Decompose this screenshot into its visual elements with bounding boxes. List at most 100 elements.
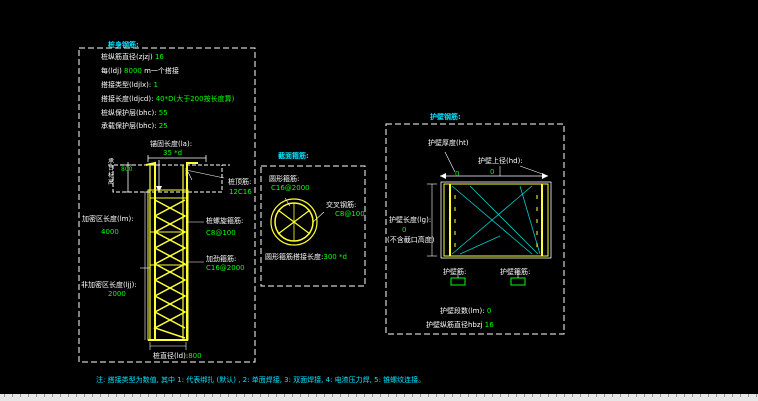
ruler-tick [276,394,277,397]
pile-cover-value: 55 [158,109,168,117]
ruler-tick [500,394,501,397]
ruler-tick [412,394,413,397]
section-lap: 圆形箍筋搭接长度:300 *d [265,253,347,261]
ruler-tick [604,394,605,397]
ruler-tick [436,394,437,397]
cross-value: C8@100 [335,210,365,218]
ruler-tick [380,394,381,397]
lap-length-value: 40*D(大于200按长度算) [155,95,235,103]
ruler-tick [564,394,565,397]
ruler-tick [468,394,469,397]
ruler-tick [388,394,389,397]
ruler-tick [220,394,221,397]
non-dense-label: 非加密区长度(ljj): [81,281,137,289]
cap-top-label: 承台标高 [108,158,115,186]
ruler-tick [692,394,693,397]
anchor-length-value: 35 *d [163,149,183,157]
ruler-tick [156,394,157,397]
lap-length-label: 搭接长度(ldjcd): [101,95,154,103]
ruler-tick [364,394,365,397]
ruler-tick [444,394,445,397]
ring-label: 圆形箍筋: [269,175,300,183]
ruler-tick [340,394,341,397]
ruler-tick [228,394,229,397]
ruler-tick [28,394,29,397]
dense-zone-label: 加密区长度(lm): [82,215,134,223]
horizontal-scrollbar[interactable] [0,394,758,401]
wall-frame [385,123,565,335]
ruler-tick [540,394,541,397]
ruler-tick [460,394,461,397]
ruler-tick [548,394,549,397]
ruler-tick [516,394,517,397]
ruler-tick [204,394,205,397]
cap-cover-label: 承载保护层(bhc): [101,122,157,130]
wall-main-dia-value: 16 [484,321,494,329]
pile-body-title: 桩身钢筋: [108,41,139,49]
ruler-tick [164,394,165,397]
ruler-tick [44,394,45,397]
per-length: 每(ldj) 8000 m一个搭接 [101,67,179,75]
wall-count-label: 护壁段数(lm): [440,307,485,315]
pile-cover-label: 桩纵保护层(bhc): [101,109,157,117]
wall-count-value: 0 [486,307,492,315]
ruler-tick [124,394,125,397]
pile-dia-value: 800 [188,352,202,360]
ruler-tick [580,394,581,397]
wall-thickness-label: 护壁厚度(ht) [428,139,469,147]
ruler-tick [372,394,373,397]
dense-zone-value: 4000 [101,228,119,236]
lap-type-value: 1 [153,81,158,89]
ruler-tick [708,394,709,397]
pile-dia-label: 桩直径(ld): [153,352,189,360]
ruler-tick [628,394,629,397]
pile-top-value: 12C16 [229,188,252,196]
ruler-tick [92,394,93,397]
section-title: 截面箍筋: [278,152,309,160]
ruler-tick [20,394,21,397]
wall-rebar-right-label: 护壁箍筋: [500,268,531,276]
ruler-tick [148,394,149,397]
main-rebar-dia-value: 16 [154,53,164,61]
ruler-tick [620,394,621,397]
ruler-tick [84,394,85,397]
cap-cover-value: 25 [158,122,168,130]
ruler-tick [116,394,117,397]
wall-length-label: 护壁长度(lg): [389,216,432,224]
ruler-tick [700,394,701,397]
spiral-stirrup-label: 桩螺旋箍筋: [206,217,244,225]
ruler-tick [244,394,245,397]
section-lap-value: 300 *d [323,253,347,261]
ruler-tick [332,394,333,397]
ruler-tick [308,394,309,397]
wall-length-value: 0 [402,226,407,234]
ruler-tick [572,394,573,397]
wall-main-dia-label: 护壁纵筋直径hbzj [426,321,483,329]
spiral-stirrup [153,199,187,339]
wall-count: 护壁段数(lm): 0 [440,307,491,315]
ruler-tick [660,394,661,397]
cap-top-value: 800 [121,166,133,173]
ruler-tick [348,394,349,397]
ruler-tick [748,394,749,397]
spiral-stirrup-value: C8@100 [206,229,236,237]
ruler-tick [636,394,637,397]
ruler-tick [452,394,453,397]
ruler-tick [356,394,357,397]
wall-length-note: (不含截口高度) [387,236,435,244]
lap-type-note: 注: 搭接类型为数值, 其中 1: 代表绑扎 (默认) , 2: 单面焊接, 3… [96,376,426,384]
ruler-tick [100,394,101,397]
ruler-tick [196,394,197,397]
ruler-tick [68,394,69,397]
ruler-tick [268,394,269,397]
ruler-tick [612,394,613,397]
ruler-tick [12,394,13,397]
ruler-tick [668,394,669,397]
pile-rebar-right [186,162,198,340]
pile-cover: 桩纵保护层(bhc): 55 [101,109,168,117]
ruler-tick [652,394,653,397]
ruler-tick [428,394,429,397]
ruler-tick [532,394,533,397]
per-length-suffix: m一个搭接 [144,67,179,75]
wall-body [443,183,549,257]
